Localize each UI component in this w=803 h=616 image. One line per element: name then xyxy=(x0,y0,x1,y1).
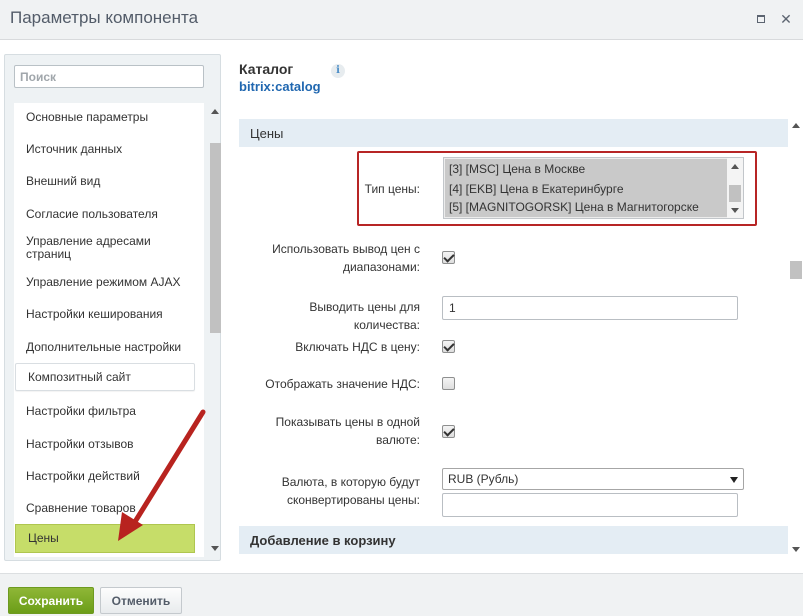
show-vat-checkbox[interactable] xyxy=(442,377,455,390)
info-icon[interactable]: i xyxy=(331,64,345,78)
one-currency-label: Показывать цены в одной валюте: xyxy=(275,415,420,447)
section-prices[interactable]: Цены xyxy=(239,119,788,147)
scroll-up-icon[interactable] xyxy=(211,109,219,114)
sidebar-item-composite[interactable]: Композитный сайт xyxy=(15,363,195,391)
cancel-button[interactable]: Отменить xyxy=(100,587,182,614)
include-vat-label: Включать НДС в цену: xyxy=(295,340,420,354)
scroll-up-icon[interactable] xyxy=(731,164,739,169)
sidebar-item-actions[interactable]: Настройки действий xyxy=(14,464,204,488)
scrollbar-thumb[interactable] xyxy=(790,261,802,279)
sidebar-item-user-consent[interactable]: Согласие пользователя xyxy=(14,202,204,226)
listbox-scrollbar[interactable] xyxy=(727,158,743,218)
price-count-label: Выводить цены для количества: xyxy=(309,300,420,332)
sidebar-item-ajax[interactable]: Управление режимом AJAX xyxy=(14,270,204,294)
window-titlebar: Параметры компонента ✕ xyxy=(0,0,803,40)
sidebar-item-appearance[interactable]: Внешний вид xyxy=(14,169,204,193)
one-currency-checkbox[interactable] xyxy=(442,425,455,438)
maximize-icon[interactable] xyxy=(754,12,768,26)
price-type-label: Тип цены: xyxy=(364,182,420,196)
price-count-input[interactable]: 1 xyxy=(442,296,738,320)
save-button[interactable]: Сохранить xyxy=(8,587,94,614)
use-ranges-label: Использовать вывод цен с диапазонами: xyxy=(272,242,420,274)
scroll-down-icon[interactable] xyxy=(792,547,800,552)
sidebar-item-caching[interactable]: Настройки кеширования xyxy=(14,302,204,326)
chevron-down-icon xyxy=(730,477,738,483)
price-type-listbox[interactable]: [3] [MSC] Цена в Москве [4] [EKB] Цена в… xyxy=(443,157,744,219)
scrollbar-thumb[interactable] xyxy=(729,185,741,202)
sidebar-item-filter[interactable]: Настройки фильтра xyxy=(14,399,204,423)
show-vat-label: Отображать значение НДС: xyxy=(265,377,420,391)
sidebar-item-reviews[interactable]: Настройки отзывов xyxy=(14,432,204,456)
price-type-option[interactable]: [4] [EKB] Цена в Екатеринбурге xyxy=(445,179,727,199)
sidebar-item-main-params[interactable]: Основные параметры xyxy=(14,105,204,129)
main-scrollbar[interactable] xyxy=(789,119,803,556)
sidebar-item-compare[interactable]: Сравнение товаров xyxy=(14,496,204,520)
sidebar-item-additional[interactable]: Дополнительные настройки xyxy=(14,335,204,359)
component-title: Каталог xyxy=(239,61,294,77)
scrollbar-thumb[interactable] xyxy=(210,143,221,333)
scroll-up-icon[interactable] xyxy=(792,123,800,128)
close-icon[interactable]: ✕ xyxy=(779,12,793,26)
section-add-to-cart[interactable]: Добавление в корзину xyxy=(239,526,788,554)
currency-select[interactable]: RUB (Рубль) xyxy=(442,468,744,490)
scroll-down-icon[interactable] xyxy=(731,208,739,213)
include-vat-checkbox[interactable] xyxy=(442,340,455,353)
use-ranges-checkbox[interactable] xyxy=(442,251,455,264)
sidebar-item-data-source[interactable]: Источник данных xyxy=(14,137,204,161)
price-type-option[interactable]: [5] [MAGNITOGORSK] Цена в Магнитогорске xyxy=(445,199,727,217)
price-type-option[interactable]: [3] [MSC] Цена в Москве xyxy=(445,159,727,179)
window-title: Параметры компонента xyxy=(10,8,199,27)
sidebar-item-page-addresses[interactable]: Управление адресами страниц xyxy=(14,233,174,263)
currency-label: Валюта, в которую будут сконвертированы … xyxy=(281,475,420,507)
currency-select-value: RUB (Рубль) xyxy=(448,472,519,486)
sidebar-item-prices[interactable]: Цены xyxy=(15,524,195,553)
scroll-down-icon[interactable] xyxy=(211,546,219,551)
search-input[interactable] xyxy=(14,65,204,88)
currency-extra-input[interactable] xyxy=(442,493,738,517)
sidebar-nav: Основные параметры Источник данных Внешн… xyxy=(14,103,204,557)
component-code: bitrix:catalog xyxy=(239,79,321,94)
sidebar: Основные параметры Источник данных Внешн… xyxy=(4,54,221,561)
sidebar-scrollbar[interactable] xyxy=(208,103,221,557)
